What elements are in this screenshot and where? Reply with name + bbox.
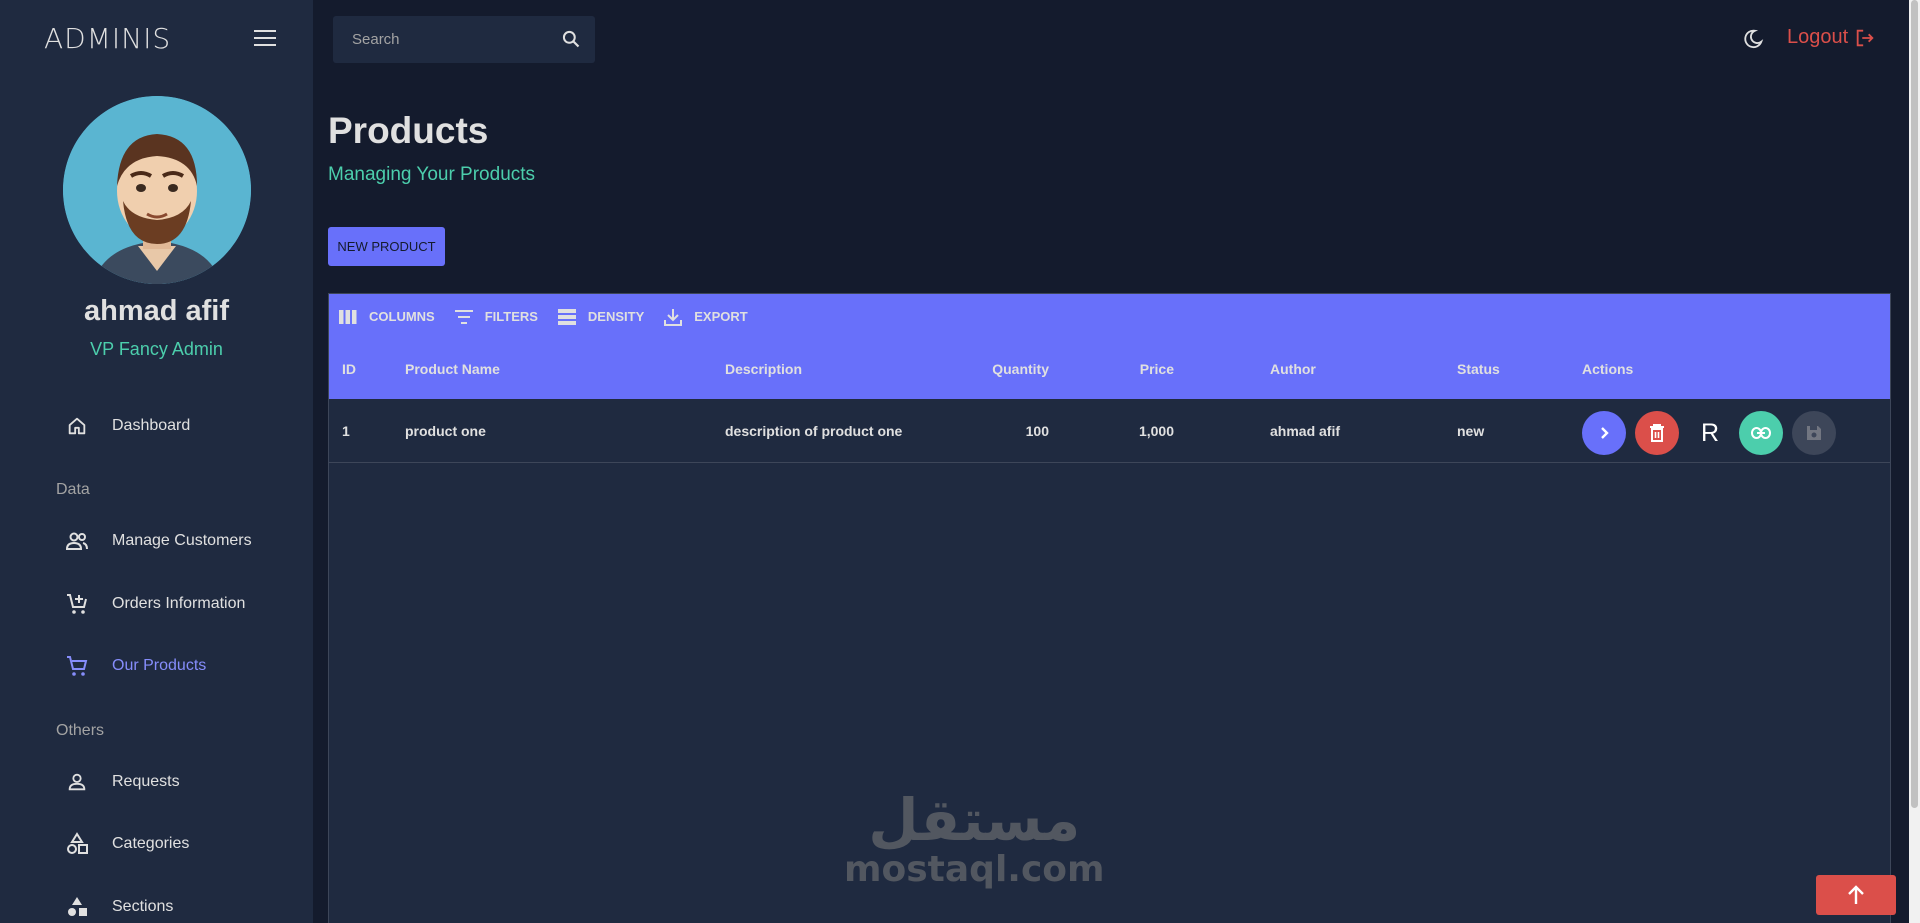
user-name: ahmad afif <box>83 295 230 327</box>
mostaql-watermark-logo: مستقل mostaql.com <box>844 790 1105 890</box>
sidebar-item-requests[interactable]: Requests <box>64 764 180 800</box>
column-header-status[interactable]: Status <box>1457 339 1500 399</box>
sidebar-item-label: Sections <box>112 898 174 915</box>
scrollbar-thumb[interactable] <box>1911 0 1918 808</box>
column-header-price[interactable]: Price <box>1074 339 1174 399</box>
scrollbar[interactable] <box>1909 0 1920 923</box>
r-action-button[interactable]: R <box>1688 411 1732 455</box>
sidebar-item-categories[interactable]: Categories <box>64 826 189 862</box>
dark-mode-toggle-icon[interactable] <box>1742 27 1764 56</box>
arrow-up-icon <box>1848 885 1864 904</box>
cell-product-name: product one <box>405 423 486 439</box>
delete-button[interactable] <box>1635 411 1679 455</box>
logout-button[interactable]: Logout <box>1787 26 1876 49</box>
column-header-description[interactable]: Description <box>725 339 802 399</box>
save-icon <box>1807 426 1821 440</box>
export-button[interactable]: EXPORT <box>664 308 748 326</box>
filters-label: FILTERS <box>484 309 538 324</box>
sidebar-section-data: Data <box>56 481 90 498</box>
view-button[interactable] <box>1582 411 1626 455</box>
columns-icon <box>339 309 357 324</box>
sidebar-item-dashboard[interactable]: Dashboard <box>64 408 190 444</box>
sidebar-item-label: Dashboard <box>112 417 191 434</box>
cell-quantity: 100 <box>1025 423 1049 439</box>
columns-button[interactable]: COLUMNS <box>339 309 435 324</box>
shapes-icon <box>64 831 90 857</box>
sidebar-item-sections[interactable]: Sections <box>64 889 173 923</box>
sidebar-item-label: Our Products <box>112 657 207 674</box>
columns-label: COLUMNS <box>369 309 435 324</box>
sidebar-item-label: Orders Information <box>112 595 246 612</box>
link-button[interactable] <box>1739 411 1783 455</box>
filter-icon <box>454 309 473 324</box>
category-icon <box>64 894 90 920</box>
density-icon <box>557 308 576 325</box>
column-header-id[interactable]: ID <box>342 339 356 399</box>
trash-icon <box>1650 424 1664 442</box>
search-icon[interactable] <box>561 29 581 54</box>
logout-label: Logout <box>1787 26 1849 48</box>
user-role: VP Fancy Admin <box>90 339 223 359</box>
cart-add-icon <box>64 591 90 617</box>
column-header-actions: Actions <box>1582 361 1634 377</box>
page-subtitle: Managing Your Products <box>328 164 536 185</box>
column-header-product-name[interactable]: Product Name <box>405 339 500 399</box>
sidebar-item-label: Categories <box>112 835 190 852</box>
chevron-right-icon <box>1601 427 1609 439</box>
watermark-arabic: مستقل <box>868 786 1081 854</box>
link-icon <box>1751 427 1771 439</box>
density-button[interactable]: DENSITY <box>557 308 645 325</box>
cart-icon <box>64 653 90 679</box>
sidebar-item-label: Requests <box>112 773 180 790</box>
export-label: EXPORT <box>694 309 748 324</box>
logout-icon <box>1856 29 1874 46</box>
table-header: ID Product Name Description Quantity Pri… <box>329 339 1890 399</box>
watermark-latin: mostaql.com <box>844 849 1105 890</box>
page-title: Products <box>328 110 489 151</box>
sidebar-item-orders-information[interactable]: Orders Information <box>64 586 245 622</box>
sidebar-item-label: Manage Customers <box>112 532 252 549</box>
products-data-grid: COLUMNS FILTERS DENSITY EXPORT ID Produc… <box>328 293 1891 923</box>
sidebar: ADMINIS ahmad afif VP Fancy Admin Dashbo… <box>0 0 313 923</box>
table-row[interactable]: 1 product one description of product one… <box>329 400 1890 463</box>
cell-author: ahmad afif <box>1270 423 1341 439</box>
new-product-button[interactable]: NEW PRODUCT <box>328 227 445 266</box>
sidebar-item-manage-customers[interactable]: Manage Customers <box>64 523 252 559</box>
download-icon <box>664 308 683 326</box>
save-button[interactable] <box>1792 411 1836 455</box>
avatar <box>63 96 251 284</box>
filters-button[interactable]: FILTERS <box>454 309 538 324</box>
grid-toolbar: COLUMNS FILTERS DENSITY EXPORT <box>329 294 1890 339</box>
scroll-to-top-button[interactable] <box>1816 875 1896 915</box>
cell-price: 1,000 <box>1138 423 1174 439</box>
sidebar-item-our-products[interactable]: Our Products <box>64 648 206 684</box>
cell-id: 1 <box>342 423 350 439</box>
person-icon <box>64 769 90 795</box>
brand-title: ADMINIS <box>44 22 172 55</box>
column-header-quantity[interactable]: Quantity <box>874 339 1049 399</box>
people-icon <box>64 528 90 554</box>
column-header-author[interactable]: Author <box>1270 339 1316 399</box>
density-label: DENSITY <box>587 309 645 324</box>
search-input[interactable] <box>333 31 548 48</box>
search-bar <box>333 16 595 63</box>
cell-status: new <box>1457 423 1485 439</box>
home-icon <box>64 413 90 439</box>
sidebar-section-others: Others <box>56 722 105 739</box>
menu-toggle-icon[interactable] <box>254 30 276 46</box>
